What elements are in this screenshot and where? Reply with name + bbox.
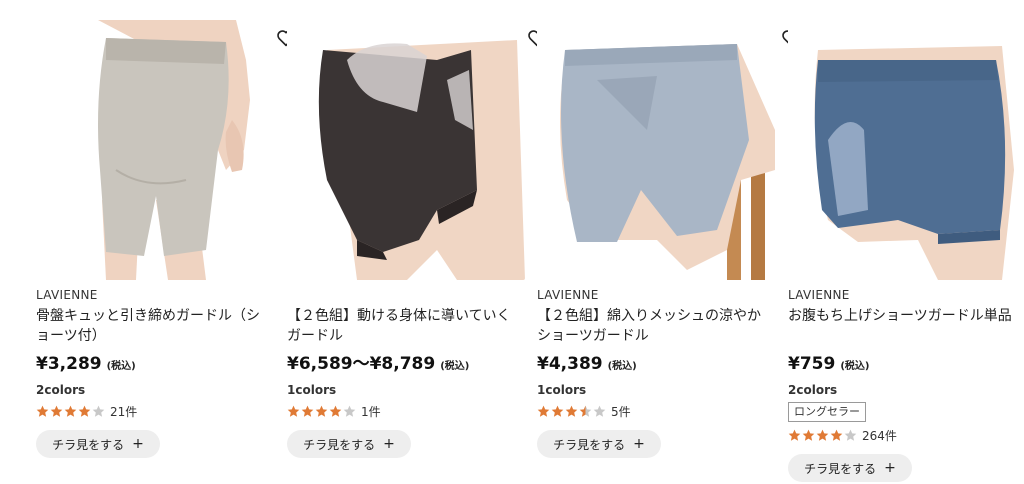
rating-row[interactable]: 21件 (36, 402, 276, 420)
color-count: 1colors (287, 383, 337, 397)
quick-view-button[interactable]: チラ見をする + (287, 430, 411, 458)
product-name-link[interactable]: 【２色組】綿入りメッシュの涼やかショーツガードル (537, 306, 769, 346)
tax-label: (税込) (840, 361, 870, 372)
product-image[interactable] (36, 20, 274, 280)
product-name-link[interactable]: 【２色組】動ける身体に導いていくガードル (287, 306, 519, 346)
price: ¥4,389 (537, 354, 603, 374)
star-icon (50, 405, 63, 417)
color-count: 2colors (788, 383, 838, 397)
brand-label: LAVIENNE (537, 288, 599, 302)
tax-label: (税込) (607, 361, 637, 372)
star-rating (537, 405, 607, 418)
review-count: 264件 (862, 428, 897, 443)
product-card[interactable]: 【２色組】動ける身体に導いていくガードル ¥6,589～¥8,789 (税込) … (287, 20, 546, 458)
review-count: 21件 (110, 404, 138, 419)
quick-view-button[interactable]: チラ見をする + (36, 430, 160, 458)
star-icon (287, 405, 300, 417)
longseller-badge: ロングセラー (788, 402, 866, 422)
plus-icon: + (633, 436, 645, 452)
product-card[interactable]: LAVIENNE 骨盤キュッと引き締めガードル（ショーツ付） ¥3,289 (税… (36, 20, 295, 458)
quick-view-button[interactable]: チラ見をする + (788, 454, 912, 482)
review-count: 1件 (361, 404, 381, 419)
price: ¥759 (788, 354, 836, 374)
quick-view-button[interactable]: チラ見をする + (537, 430, 661, 458)
star-rating (287, 405, 357, 418)
price-row: ¥6,589～¥8,789 (税込) (287, 352, 527, 376)
star-icon (78, 405, 91, 417)
product-name-link[interactable]: 骨盤キュッと引き締めガードル（ショーツ付） (36, 306, 268, 346)
star-rating (36, 405, 106, 418)
color-count: 2colors (36, 383, 86, 397)
star-icon (92, 405, 105, 417)
star-icon (593, 405, 606, 417)
star-icon (579, 405, 592, 417)
plus-icon: + (132, 436, 144, 452)
star-icon (64, 405, 77, 417)
star-icon (343, 405, 356, 417)
star-icon (844, 429, 857, 441)
star-icon (537, 405, 550, 417)
star-icon (315, 405, 328, 417)
star-icon (36, 405, 49, 417)
brand-label: LAVIENNE (788, 288, 850, 302)
product-grid: LAVIENNE 骨盤キュッと引き締めガードル（ショーツ付） ¥3,289 (税… (0, 0, 1024, 484)
price-row: ¥4,389 (税込) (537, 352, 777, 376)
quick-view-label: チラ見をする (553, 437, 626, 452)
price-row: ¥759 (税込) (788, 352, 1024, 376)
plus-icon: + (884, 460, 896, 476)
product-image[interactable] (788, 20, 1024, 280)
brand-label: LAVIENNE (36, 288, 98, 302)
product-image[interactable] (287, 20, 525, 280)
price-row: ¥3,289 (税込) (36, 352, 276, 376)
price: ¥6,589～¥8,789 (287, 354, 436, 374)
rating-row[interactable]: 5件 (537, 402, 777, 420)
quick-view-label: チラ見をする (303, 437, 376, 452)
star-icon (565, 405, 578, 417)
star-icon (551, 405, 564, 417)
product-card[interactable]: LAVIENNE 【２色組】綿入りメッシュの涼やかショーツガードル ¥4,389… (537, 20, 800, 458)
rating-row[interactable]: 264件 (788, 426, 1024, 444)
star-icon (788, 429, 801, 441)
quick-view-label: チラ見をする (52, 437, 125, 452)
rating-row[interactable]: 1件 (287, 402, 527, 420)
color-count: 1colors (537, 383, 587, 397)
review-count: 5件 (611, 404, 631, 419)
quick-view-label: チラ見をする (804, 461, 877, 476)
star-icon (802, 429, 815, 441)
star-icon (329, 405, 342, 417)
star-icon (830, 429, 843, 441)
product-card[interactable]: LAVIENNE お腹もち上げショーツガードル単品 ¥759 (税込) 2col… (788, 20, 1024, 482)
plus-icon: + (383, 436, 395, 452)
product-image[interactable] (537, 20, 775, 280)
tax-label: (税込) (440, 361, 470, 372)
star-icon (816, 429, 829, 441)
tax-label: (税込) (106, 361, 136, 372)
price: ¥3,289 (36, 354, 102, 374)
star-rating (788, 429, 858, 442)
product-name-link[interactable]: お腹もち上げショーツガードル単品 (788, 306, 1020, 346)
star-icon (301, 405, 314, 417)
